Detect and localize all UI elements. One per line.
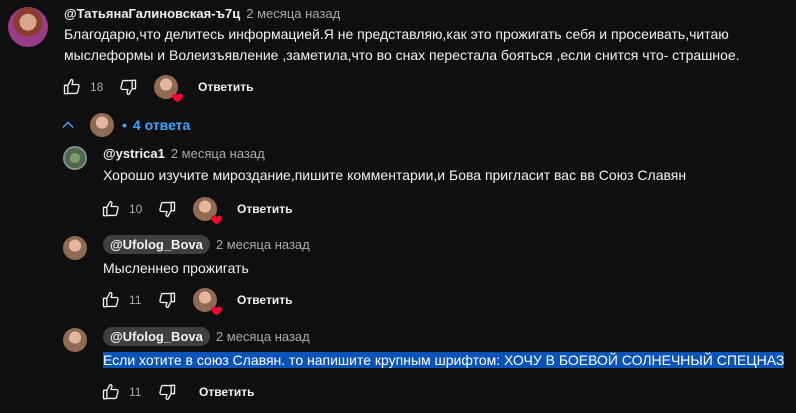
heart-icon — [211, 215, 222, 225]
comment-time[interactable]: 2 месяца назад — [246, 6, 340, 21]
avatar[interactable] — [63, 328, 87, 352]
like-count: 18 — [90, 80, 104, 94]
comments-section: @ТатьянаГалиновская-ъ7ц 2 месяца назад Б… — [0, 0, 796, 413]
thumbs-down-icon — [159, 292, 176, 309]
comment-header: @ТатьянаГалиновская-ъ7ц 2 месяца назад — [64, 6, 340, 21]
reply-button[interactable]: Ответить — [237, 293, 292, 307]
thumbs-up-icon — [102, 200, 119, 217]
dislike-button[interactable] — [155, 197, 179, 221]
comment-text: Хорошо изучите мироздание,пишите коммент… — [103, 167, 687, 183]
comment-header: @ystrica1 2 месяца назад — [103, 146, 265, 161]
comment-time[interactable]: 2 месяца назад — [171, 146, 265, 161]
dislike-button[interactable] — [155, 380, 179, 404]
comment-author[interactable]: @Ufolog_Bova — [103, 327, 210, 346]
like-count: 10 — [129, 202, 143, 216]
comment-actions: 11 Ответить — [99, 377, 254, 407]
replies-count: 4 ответа — [132, 117, 191, 133]
comment-text-line: Благодарю,что делитесь информацией.Я не … — [64, 26, 729, 42]
heart-icon — [211, 306, 222, 316]
like-button[interactable] — [60, 75, 84, 99]
reply-button[interactable]: Ответить — [237, 202, 292, 216]
dislike-button[interactable] — [155, 288, 179, 312]
like-count: 11 — [129, 293, 142, 307]
thumbs-up-icon — [102, 383, 119, 400]
thumbs-down-icon — [159, 201, 176, 218]
avatar[interactable] — [8, 7, 48, 47]
avatar[interactable] — [63, 146, 87, 170]
comment-text: Если хотите в союз Славян. то напишите к… — [103, 350, 793, 371]
comment-time[interactable]: 2 месяца назад — [216, 237, 310, 252]
heart-icon — [172, 93, 183, 103]
comment-text: Благодарю,что делитесь информацией.Я не … — [64, 24, 784, 66]
creator-heart — [154, 75, 183, 103]
thumbs-up-icon — [102, 291, 119, 308]
dislike-button[interactable] — [116, 75, 140, 99]
thumbs-down-icon — [159, 384, 176, 401]
selected-text: Если хотите в союз Славян. то напишите к… — [103, 352, 785, 368]
comment-author[interactable]: @ТатьянаГалиновская-ъ7ц — [64, 6, 240, 21]
comment-text-line: мыслеформы и Волеизъявление ,заметила,чт… — [64, 47, 740, 63]
comment-header: @Ufolog_Bova 2 месяца назад — [103, 327, 310, 346]
comment-author[interactable]: @Ufolog_Bova — [103, 235, 210, 254]
comment-author[interactable]: @ystrica1 — [103, 146, 165, 161]
creator-heart — [193, 197, 222, 225]
like-count: 11 — [129, 385, 142, 399]
replies-toggle[interactable]: • 4 ответа — [60, 111, 190, 139]
like-button[interactable] — [99, 288, 123, 312]
creator-heart — [193, 288, 222, 316]
separator-dot: • — [122, 117, 127, 133]
reply-button[interactable]: Ответить — [199, 385, 254, 399]
replies-avatar — [90, 113, 114, 137]
comment-text: Мысленнео прожигать — [103, 260, 249, 276]
thumbs-up-icon — [63, 78, 80, 95]
comment-header: @Ufolog_Bova 2 месяца назад — [103, 235, 310, 254]
comment-time[interactable]: 2 месяца назад — [216, 329, 310, 344]
comment-actions: 10 Ответить — [99, 194, 292, 225]
chevron-up-icon — [62, 121, 74, 128]
thumbs-down-icon — [120, 79, 137, 96]
avatar[interactable] — [63, 236, 87, 260]
reply-button[interactable]: Ответить — [198, 80, 253, 94]
like-button[interactable] — [99, 197, 123, 221]
comment-actions: 18 Ответить — [60, 72, 253, 103]
like-button[interactable] — [99, 380, 123, 404]
comment-actions: 11 Ответить — [99, 285, 292, 316]
